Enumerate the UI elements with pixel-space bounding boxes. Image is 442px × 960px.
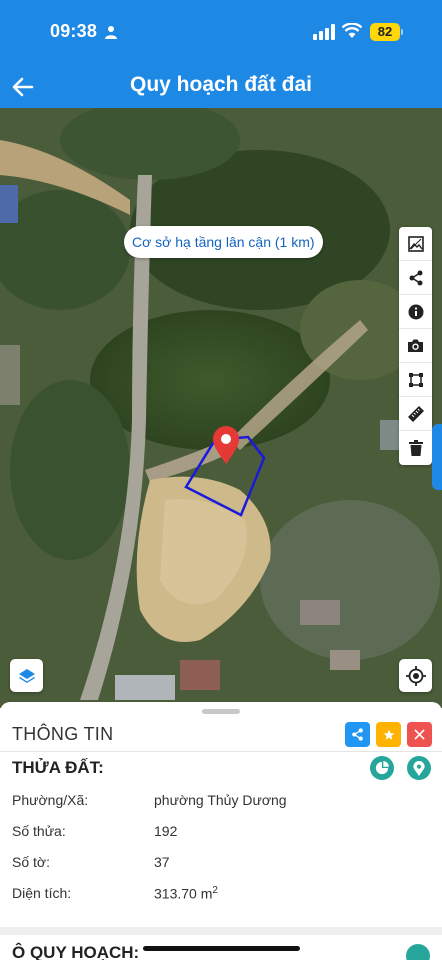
area-label: Diện tích: [12,885,72,901]
divider [0,751,442,752]
sheet-number-value: 37 [154,854,170,870]
parcel-number-value: 192 [154,823,178,839]
nearby-infrastructure-chip[interactable]: Cơ sở hạ tầng lân cận (1 km) [124,226,323,258]
star-icon [383,729,394,740]
signal-icon [313,24,335,40]
image-icon[interactable] [399,227,432,261]
trash-icon[interactable] [399,431,432,465]
area-unit-exponent: 2 [212,885,218,896]
close-icon [414,729,425,740]
share-icon [352,728,363,741]
status-time: 09:38 [50,21,98,41]
map-toolbar [399,227,432,465]
ruler-icon[interactable] [399,397,432,431]
parcel-number-label: Số thửa: [12,823,66,839]
polygon-icon[interactable] [399,363,432,397]
layers-button[interactable] [10,659,43,692]
ward-value: phường Thủy Dương [154,792,287,808]
pie-chart-icon [375,761,389,775]
ward-label: Phường/Xã: [12,792,89,808]
crosshair-icon [405,665,426,686]
layers-icon [18,668,35,683]
wifi-icon [342,23,362,38]
person-icon [105,26,117,39]
parcel-heading: THỬA ĐẤT: [12,758,104,777]
home-indicator [143,946,300,951]
area-value: 313.70 m2 [154,885,218,902]
locate-button[interactable] [399,659,432,692]
page-title: Quy hoạch đất đai [129,73,313,96]
info-icon[interactable] [399,295,432,329]
close-button[interactable] [407,722,432,747]
satellite-map[interactable]: Cơ sở hạ tầng lân cận (1 km) [0,108,442,708]
map-pin-icon [413,760,425,776]
battery-nub [401,29,403,35]
area-number: 313.70 m [154,885,213,902]
sheet-number-label: Số tờ: [12,854,50,870]
share-button[interactable] [345,722,370,747]
section-separator [0,927,442,935]
app-header: 09:38 82 Quy hoạch đất đai [0,0,442,108]
favorite-button[interactable] [376,722,401,747]
chart-button[interactable] [370,756,394,780]
share-icon[interactable] [399,261,432,295]
camera-icon[interactable] [399,329,432,363]
location-button[interactable] [407,756,431,780]
info-heading: THÔNG TIN [12,724,114,744]
sheet-grabber[interactable] [202,709,240,714]
battery-indicator: 82 [370,23,400,41]
zone-heading: Ô QUY HOẠCH: [12,943,140,960]
info-bottom-sheet: THÔNG TIN THỬA ĐẤT: Phường/Xã: phường Th… [0,702,442,960]
satellite-imagery [0,108,442,708]
side-drawer-tab[interactable] [432,424,442,490]
